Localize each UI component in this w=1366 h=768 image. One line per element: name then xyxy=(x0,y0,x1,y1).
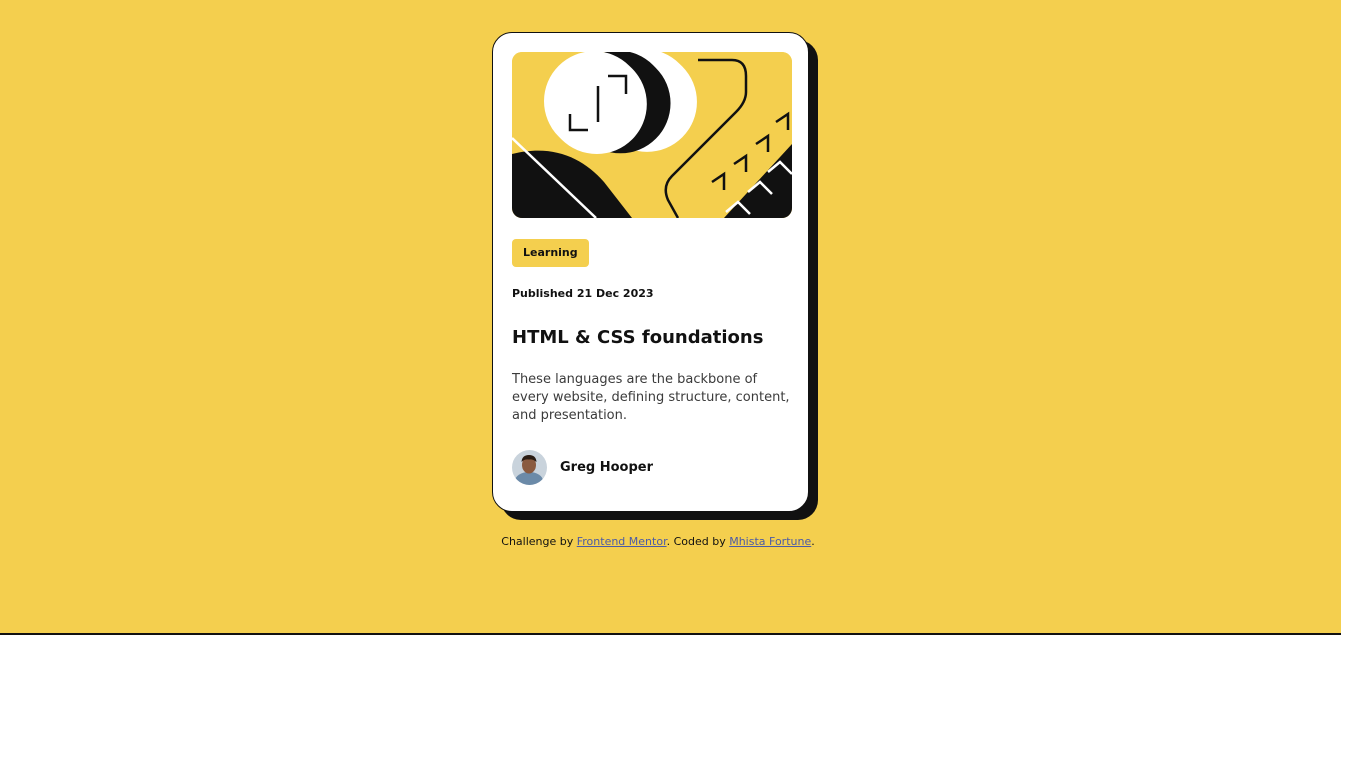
author-profile-link[interactable]: Mhista Fortune xyxy=(729,535,811,548)
frontend-mentor-link[interactable]: Frontend Mentor xyxy=(577,535,667,548)
attribution-challenge-text: Challenge by xyxy=(501,535,577,548)
page-background: Learning Published 21 Dec 2023 HTML & CS… xyxy=(0,0,1341,635)
author-info: Greg Hooper xyxy=(512,449,653,485)
article-description: These languages are the backbone of ever… xyxy=(512,372,790,423)
blog-preview-card: Learning Published 21 Dec 2023 HTML & CS… xyxy=(492,32,809,512)
author-name: Greg Hooper xyxy=(560,459,654,475)
attribution-suffix: . xyxy=(811,535,815,548)
category-badge: Learning xyxy=(512,239,589,267)
attribution: Challenge by Frontend Mentor. Coded by M… xyxy=(0,535,1316,548)
article-illustration xyxy=(512,52,792,218)
published-date: Published 21 Dec 2023 xyxy=(512,287,654,300)
attribution-coded-text: . Coded by xyxy=(666,535,730,548)
avatar xyxy=(512,449,547,485)
article-title[interactable]: HTML & CSS foundations xyxy=(512,327,763,348)
